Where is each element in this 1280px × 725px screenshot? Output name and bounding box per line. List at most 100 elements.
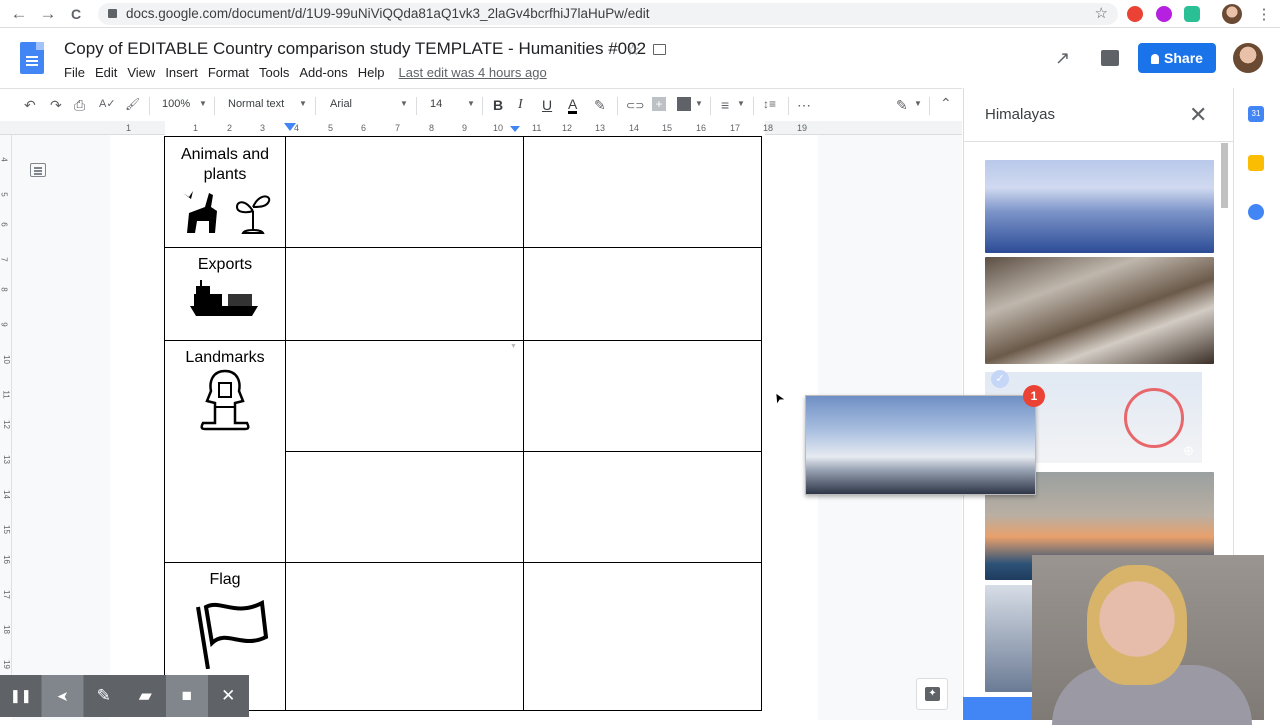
font-size-select[interactable]: 14	[430, 98, 442, 110]
bookmark-star-icon[interactable]: ☆	[1095, 3, 1108, 25]
line-spacing-button[interactable]: ↕≡	[763, 97, 776, 111]
extension-icon-1[interactable]	[1127, 6, 1143, 22]
profile-avatar[interactable]	[1222, 4, 1242, 24]
right-indent-marker[interactable]	[510, 126, 520, 132]
keep-icon[interactable]	[1248, 155, 1264, 171]
reload-button[interactable]: C	[66, 6, 86, 22]
ruler-tick: 15	[1, 525, 11, 534]
document-title[interactable]: Copy of EDITABLE Country comparison stud…	[64, 39, 646, 59]
redo-button[interactable]: ↷	[50, 97, 62, 114]
address-bar[interactable]: docs.google.com/document/d/1U9-99uNiViQQ…	[98, 3, 1118, 25]
browser-menu-icon[interactable]: ⋮	[1254, 5, 1274, 23]
dragged-image[interactable]	[805, 395, 1036, 495]
row-label-cell[interactable]: Animals and plants	[164, 136, 286, 248]
highlight-button[interactable]: ✎	[594, 97, 606, 114]
ruler-tick: 4	[0, 157, 9, 162]
docs-logo-icon[interactable]	[20, 42, 44, 74]
editing-mode-button[interactable]: ✎	[896, 97, 908, 114]
activity-trend-icon[interactable]: ↗	[1055, 48, 1070, 69]
table-cell[interactable]	[523, 340, 762, 452]
animals-plants-icon	[183, 191, 271, 234]
tasks-icon[interactable]	[1248, 204, 1264, 220]
extension-icon-3[interactable]	[1184, 6, 1200, 22]
extension-icon-2[interactable]	[1156, 6, 1172, 22]
pen-tool-button[interactable]: ✎	[83, 675, 125, 717]
forward-button[interactable]: →	[38, 4, 58, 24]
print-button[interactable]: ⎙	[74, 97, 85, 114]
zoom-in-icon[interactable]: ⊕	[1183, 443, 1194, 459]
webcam-overlay[interactable]	[1032, 555, 1264, 725]
star-icon[interactable]: ☆	[626, 40, 640, 60]
document-outline-icon[interactable]	[30, 163, 46, 177]
back-button[interactable]: ←	[9, 4, 29, 24]
left-indent-marker[interactable]	[284, 123, 296, 131]
table-cell[interactable]	[523, 136, 762, 248]
chevron-down-icon: ▼	[737, 99, 745, 108]
image-result[interactable]	[985, 585, 1035, 692]
table-row: Animals and plants	[164, 136, 762, 248]
vertical-ruler[interactable]: 4 5 6 7 8 9 10 11 12 13 14 15 16 17 18 1…	[0, 135, 12, 710]
explore-button[interactable]: ✦	[916, 678, 948, 710]
select-check-icon[interactable]: ✓	[991, 370, 1009, 388]
pause-button[interactable]: ❚❚	[0, 675, 42, 717]
link-button[interactable]: ⊂⊃	[626, 99, 644, 112]
share-label: Share	[1164, 50, 1203, 66]
image-result[interactable]	[985, 257, 1214, 364]
italic-button[interactable]: I	[518, 97, 523, 113]
menu-view[interactable]: View	[127, 65, 155, 80]
collapse-toolbar-button[interactable]: ⌃	[940, 95, 952, 112]
paint-format-button[interactable]: 🖌	[125, 97, 140, 111]
table-cell[interactable]	[285, 136, 524, 248]
close-recorder-button[interactable]: ✕	[208, 675, 250, 717]
underline-button[interactable]: U	[542, 97, 552, 113]
camera-toggle-button[interactable]: ■	[166, 675, 208, 717]
menu-insert[interactable]: Insert	[165, 65, 198, 80]
table-cell[interactable]	[523, 247, 762, 341]
row-label-cell[interactable]: Exports	[164, 247, 286, 341]
table-cell[interactable]	[285, 562, 524, 711]
calendar-icon[interactable]: 31	[1248, 106, 1264, 122]
horizontal-ruler[interactable]: 1 1 2 3 4 5 6 7 8 9 10 11 12 13 14 15 16…	[0, 121, 962, 135]
align-button[interactable]: ≡	[721, 97, 729, 113]
spellcheck-button[interactable]: A✓	[99, 97, 116, 110]
panel-scrollbar[interactable]	[1221, 143, 1228, 208]
table-cell[interactable]	[285, 247, 524, 341]
style-select[interactable]: Normal text	[228, 98, 284, 110]
insert-image-button[interactable]	[677, 97, 691, 111]
table-cell[interactable]	[523, 562, 762, 711]
bold-button[interactable]: B	[493, 97, 503, 113]
table-cell[interactable]	[285, 340, 524, 452]
row-label-cell[interactable]: Landmarks	[164, 340, 286, 563]
undo-button[interactable]: ↶	[24, 97, 36, 114]
chevron-down-icon: ▼	[299, 99, 307, 108]
table-cell[interactable]	[523, 451, 762, 563]
eraser-tool-button[interactable]: ▰	[125, 675, 167, 717]
close-panel-button[interactable]: ✕	[1189, 102, 1207, 128]
ruler-tick: 5	[0, 192, 9, 197]
zoom-select[interactable]: 100%	[162, 98, 190, 110]
menu-file[interactable]: File	[64, 65, 85, 80]
more-button[interactable]: ⋯	[797, 97, 811, 114]
font-select[interactable]: Arial	[330, 98, 352, 110]
menu-bar: File Edit View Insert Format Tools Add-o…	[64, 65, 557, 80]
image-result[interactable]	[985, 160, 1214, 253]
share-button[interactable]: Share	[1138, 43, 1216, 73]
panel-footer-bar[interactable]	[963, 697, 1033, 720]
table-row: Exports	[164, 247, 762, 341]
move-folder-icon[interactable]	[653, 44, 666, 55]
menu-help[interactable]: Help	[358, 65, 385, 80]
text-color-button[interactable]: A	[568, 97, 578, 114]
menu-format[interactable]: Format	[208, 65, 249, 80]
cell-menu-icon[interactable]: ▼	[510, 343, 517, 350]
ruler-tick: 15	[662, 123, 673, 133]
menu-edit[interactable]: Edit	[95, 65, 117, 80]
last-edit-link[interactable]: Last edit was 4 hours ago	[399, 65, 547, 80]
table-cell[interactable]	[285, 451, 524, 563]
click-highlight-ring	[1124, 388, 1184, 448]
add-comment-button[interactable]: +	[652, 97, 666, 111]
menu-tools[interactable]: Tools	[259, 65, 289, 80]
menu-addons[interactable]: Add-ons	[299, 65, 347, 80]
comments-icon[interactable]	[1101, 50, 1119, 66]
account-avatar[interactable]	[1233, 43, 1263, 73]
pointer-tool-button[interactable]: ➤	[41, 675, 83, 717]
